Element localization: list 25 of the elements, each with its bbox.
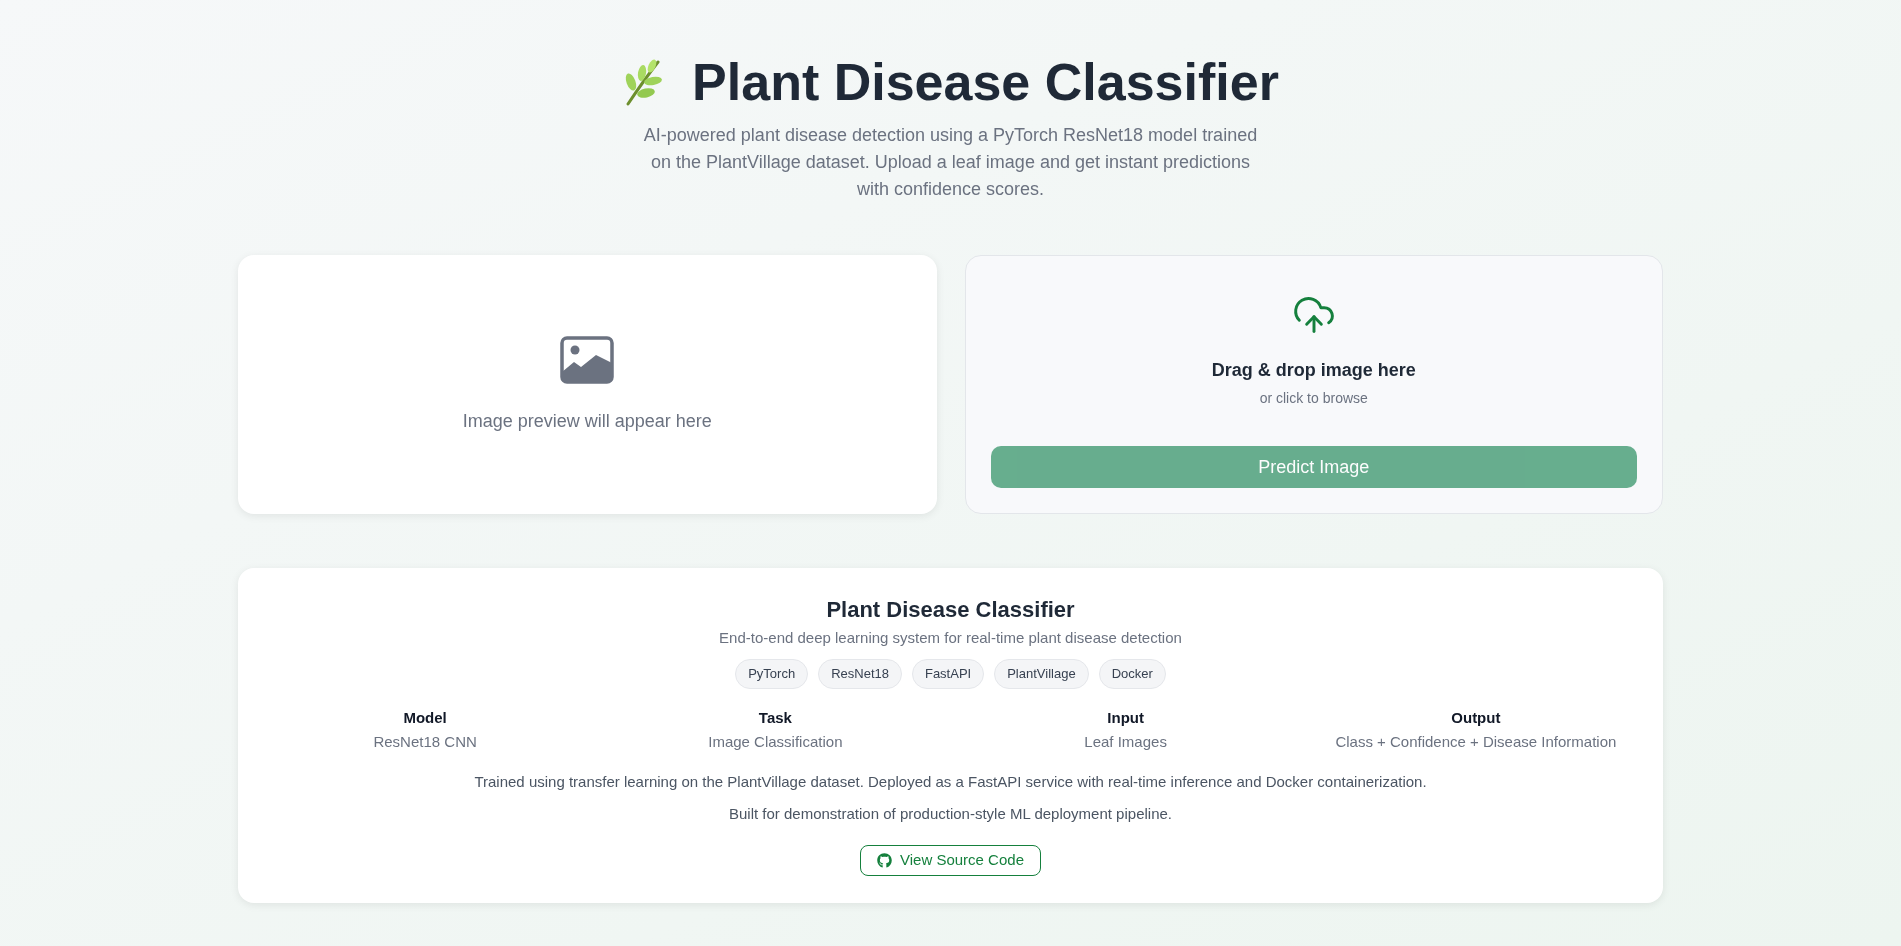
about-subtitle: End-to-end deep learning system for real-time plant disease detection [719,628,1182,648]
source-code-link[interactable]: View Source Code [860,845,1041,876]
spec-label: Output [1451,708,1501,728]
tech-tag: PlantVillage [994,659,1089,689]
spec-label: Input [1107,708,1144,728]
dropzone-hint: or click to browse [1259,389,1368,408]
dropzone-title: Drag & drop image here [1211,359,1416,382]
tech-tag: PyTorch [735,659,809,689]
github-icon [877,853,892,868]
tech-tag: FastAPI [911,659,985,689]
preview-placeholder-text: Image preview will appear here [462,410,712,433]
spec-value: Leaf Images [1084,732,1167,752]
page-subtitle: AI-powered plant disease detection using a PyTorch ResNet18 model trained on the PlantVillage dataset. Upload a leaf image and get instant predictions with confidence scores. [642,124,1259,201]
spec-label: Task [758,708,792,728]
page-title: Plant Disease Classifier [692,56,1279,108]
about-paragraph: Built for demonstration of production-style ML deployment pipeline. [729,804,1172,824]
about-paragraph: Trained using transfer learning on the PlantVillage dataset. Deployed as a FastAPI service with real-time inference and Docker containerization. [474,772,1427,792]
tech-tag: Docker [1098,659,1166,689]
spec-label: Model [403,708,447,728]
spec-value: Class + Confidence + Disease Information [1335,732,1617,752]
about-title: Plant Disease Classifier [826,596,1075,624]
spec-value: Image Classification [708,732,843,752]
spec-value: ResNet18 CNN [373,732,477,752]
image-icon [560,336,615,384]
tech-tag: ResNet18 [818,659,902,689]
